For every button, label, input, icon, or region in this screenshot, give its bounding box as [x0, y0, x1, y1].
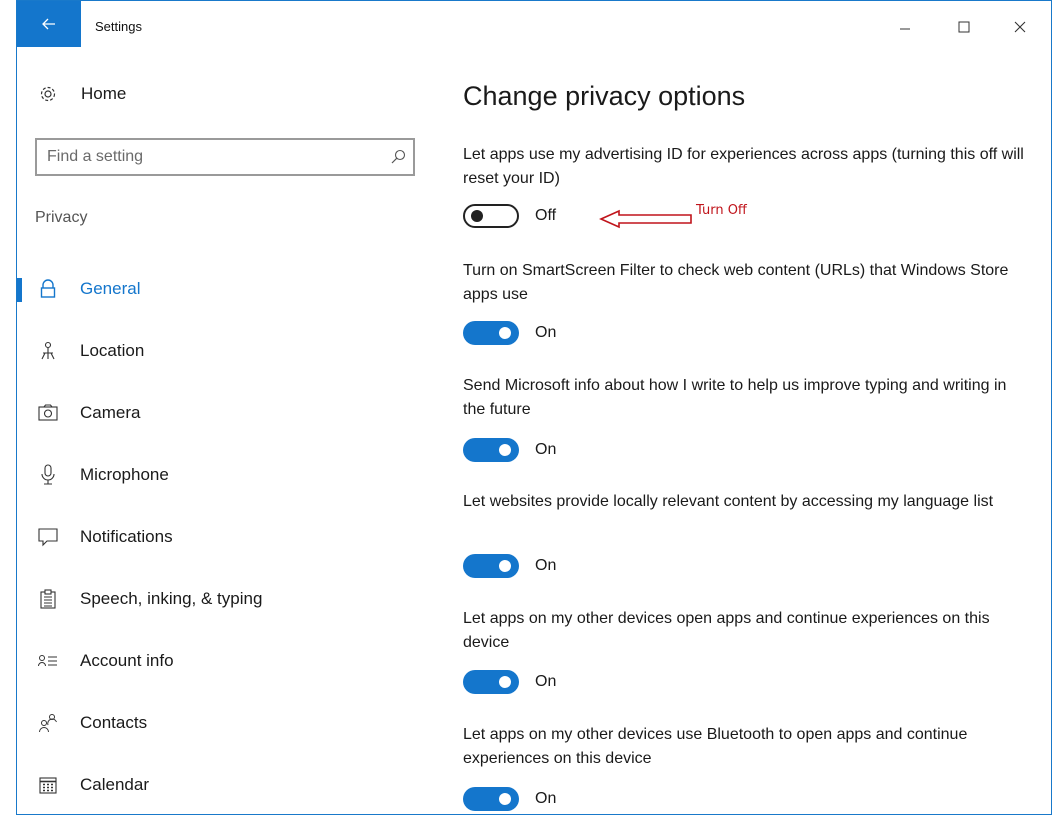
- setting-advertising-id: Let apps use my advertising ID for exper…: [463, 143, 1033, 191]
- setting-language-list: Let websites provide locally relevant co…: [463, 490, 1033, 514]
- sidebar-item-location[interactable]: Location: [17, 320, 427, 382]
- back-arrow-icon: [42, 18, 55, 30]
- sidebar-item-account-info[interactable]: Account info: [17, 630, 427, 692]
- toggle-knob: [499, 793, 511, 805]
- page-title: Change privacy options: [463, 81, 746, 111]
- sidebar-item-label: Speech, inking, & typing: [80, 589, 263, 608]
- toggle-state-label: On: [535, 673, 557, 690]
- setting-other-devices-open-apps: Let apps on my other devices open apps a…: [463, 607, 1033, 655]
- maximize-button[interactable]: [946, 13, 982, 41]
- toggle-state-label: On: [535, 441, 557, 458]
- lock-icon: [37, 278, 59, 300]
- sidebar-item-label: Location: [80, 341, 145, 360]
- account-list-icon: [37, 650, 59, 672]
- home-link[interactable]: Home: [37, 83, 126, 105]
- search-box: [35, 138, 415, 176]
- setting-description: Let apps on my other devices open apps a…: [463, 610, 990, 651]
- gear-icon: [37, 83, 59, 105]
- bluetooth-toggle[interactable]: [463, 787, 519, 811]
- close-icon: [1014, 21, 1026, 33]
- sidebar-item-label: Notifications: [80, 527, 173, 546]
- sidebar-item-microphone[interactable]: Microphone: [17, 444, 427, 506]
- toggle-knob: [471, 210, 483, 222]
- setting-description: Turn on SmartScreen Filter to check web …: [463, 262, 1009, 303]
- setting-description: Let apps use my advertising ID for exper…: [463, 146, 1024, 187]
- setting-description: Let websites provide locally relevant co…: [463, 493, 994, 510]
- section-label: Privacy: [35, 209, 88, 226]
- speech-bubble-icon: [37, 526, 59, 548]
- sidebar-item-calendar[interactable]: Calendar: [17, 754, 427, 814]
- setting-smartscreen: Turn on SmartScreen Filter to check web …: [463, 259, 1033, 307]
- home-label: Home: [81, 84, 127, 103]
- title-bar: Settings: [17, 1, 1051, 47]
- bluetooth-toggle-row: On: [463, 787, 556, 811]
- contacts-icon: [37, 712, 59, 734]
- annotation-text: Turn Off: [696, 203, 747, 218]
- search-input[interactable]: [37, 147, 383, 167]
- toggle-knob: [499, 676, 511, 688]
- sidebar-item-general[interactable]: General: [17, 258, 427, 320]
- window-title: Settings: [95, 19, 142, 34]
- typing-info-toggle[interactable]: [463, 438, 519, 462]
- sidebar: Home Privacy General: [17, 47, 427, 814]
- toggle-state-label: On: [535, 324, 557, 341]
- toggle-state-label: On: [535, 790, 557, 807]
- sidebar-item-label: Microphone: [80, 465, 169, 484]
- search-icon[interactable]: [383, 149, 413, 165]
- smartscreen-toggle[interactable]: [463, 321, 519, 345]
- close-button[interactable]: [1002, 13, 1038, 41]
- calendar-icon: [37, 774, 59, 796]
- sidebar-item-label: Account info: [80, 651, 174, 670]
- other-devices-toggle-row: On: [463, 670, 556, 694]
- typing-info-toggle-row: On: [463, 438, 556, 462]
- toggle-knob: [499, 560, 511, 572]
- setting-typing-info: Send Microsoft info about how I write to…: [463, 374, 1033, 422]
- camera-icon: [37, 402, 59, 424]
- setting-description: Let apps on my other devices use Bluetoo…: [463, 726, 968, 767]
- sidebar-item-contacts[interactable]: Contacts: [17, 692, 427, 754]
- toggle-knob: [499, 327, 511, 339]
- microphone-icon: [37, 464, 59, 486]
- advertising-id-toggle[interactable]: [463, 204, 519, 228]
- setting-description: Send Microsoft info about how I write to…: [463, 377, 1007, 418]
- language-list-toggle-row: On: [463, 554, 556, 578]
- maximize-icon: [958, 21, 970, 33]
- language-list-toggle[interactable]: [463, 554, 519, 578]
- location-person-icon: [37, 340, 59, 362]
- privacy-nav: General Location Camera Microphone Notif…: [17, 258, 427, 814]
- advertising-id-toggle-row: Off: [463, 204, 556, 228]
- sidebar-item-notifications[interactable]: Notifications: [17, 506, 427, 568]
- sidebar-item-speech-inking-typing[interactable]: Speech, inking, & typing: [17, 568, 427, 630]
- toggle-knob: [499, 444, 511, 456]
- clipboard-icon: [37, 588, 59, 610]
- setting-bluetooth-open-apps: Let apps on my other devices use Bluetoo…: [463, 723, 1033, 771]
- sidebar-item-label: Calendar: [80, 775, 149, 794]
- minimize-button[interactable]: [887, 13, 923, 41]
- sidebar-item-label: Contacts: [80, 713, 148, 732]
- sidebar-item-label: General: [80, 279, 141, 298]
- sidebar-item-camera[interactable]: Camera: [17, 382, 427, 444]
- sidebar-item-label: Camera: [80, 403, 141, 422]
- toggle-state-label: Off: [535, 207, 557, 224]
- annotation-arrow-icon: [599, 209, 692, 229]
- minimize-icon: [900, 28, 910, 30]
- back-button[interactable]: [17, 1, 81, 47]
- smartscreen-toggle-row: On: [463, 321, 556, 345]
- toggle-state-label: On: [535, 557, 557, 574]
- settings-window: Settings Home Find a setting Privacy Gen…: [16, 0, 1052, 815]
- other-devices-toggle[interactable]: [463, 670, 519, 694]
